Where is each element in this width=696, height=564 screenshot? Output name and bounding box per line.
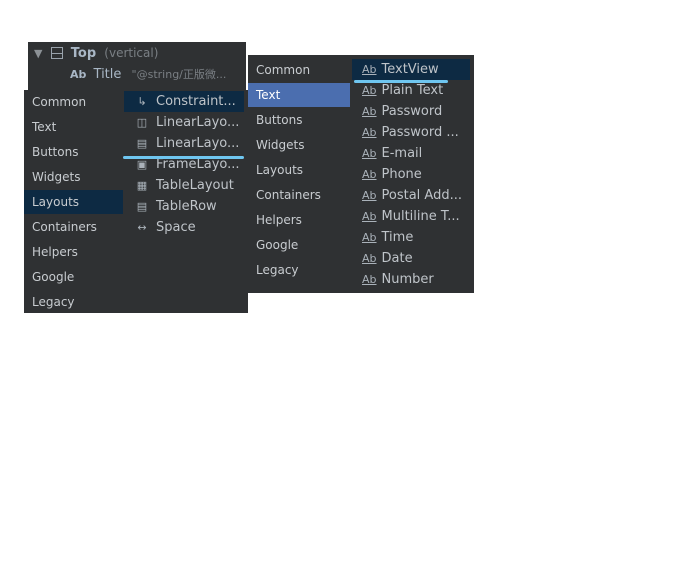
category-buttons[interactable]: Buttons [24,140,123,164]
linear-layout-horizontal-icon: ▤ [136,137,148,150]
tree-node-hint: (vertical) [104,46,159,60]
category-legacy[interactable]: Legacy [24,290,123,314]
category-layouts[interactable]: Layouts [24,190,123,214]
palette-text: Common Text Buttons Widgets Layouts Container… [248,55,474,293]
text-view-icon: Ab [362,189,377,202]
category-containers[interactable]: Containers [24,215,123,239]
palette-item-phone[interactable]: Ab Phone [352,164,470,185]
category-widgets[interactable]: Widgets [24,165,123,189]
palette-item-textview[interactable]: Ab TextView [352,59,470,80]
text-view-icon: Ab [362,231,377,244]
palette-item-password[interactable]: Ab Password ... [352,122,470,143]
palette-item-label: Postal Add... [381,188,462,203]
tree-node-top[interactable]: ▼ Top (vertical) [34,43,158,63]
palette-item-label: FrameLayo... [156,157,240,172]
palette-item-label: TableRow [156,199,217,214]
palette-layouts: Common Text Buttons Widgets Layouts Container… [24,90,248,313]
chevron-down-icon[interactable]: ▼ [34,47,42,60]
palette-item-label: Time [381,230,414,245]
palette-item-linearlayo[interactable]: ▤ LinearLayo... [124,133,244,154]
palette-item-label: Date [381,251,413,266]
linear-layout-icon [50,47,63,59]
tree-node-title-label: Title [93,67,122,82]
palette-item-tablelayout[interactable]: ▦ TableLayout [124,175,244,196]
category-text[interactable]: Text [24,115,123,139]
category-google[interactable]: Google [24,265,123,289]
palette-item-label: Plain Text [381,83,444,98]
palette-item-postal-add[interactable]: Ab Postal Add... [352,185,470,206]
palette-item-label: LinearLayo... [156,136,240,151]
space-icon: ↔ [137,221,147,234]
palette-item-tablerow[interactable]: ▤ TableRow [124,196,244,217]
palette-item-plain-text[interactable]: Ab Plain Text [352,80,470,101]
text-view-icon: Ab [70,68,87,81]
palette-item-password[interactable]: Ab Password [352,101,470,122]
text-view-icon: Ab [362,210,377,223]
table-layout-icon: ▦ [136,179,148,192]
component-tree: ▼ Top (vertical) Ab Title "@string/正版微..… [28,42,246,90]
text-view-icon: Ab [362,105,377,118]
text-view-icon: Ab [362,252,377,265]
linear-layout-vertical-icon: ◫ [136,116,148,129]
palette-item-label: Constraint... [156,94,236,109]
text-view-icon: Ab [362,126,377,139]
palette-item-label: Number [381,272,434,287]
text-view-icon: Ab [362,168,377,181]
palette-item-multiline-t[interactable]: Ab Multiline T... [352,206,470,227]
category-common[interactable]: Common [248,58,350,82]
text-view-icon: Ab [362,273,377,286]
palette-item-linearlayo[interactable]: ◫ LinearLayo... [124,112,244,133]
palette-item-time[interactable]: Ab Time [352,227,470,248]
palette-item-label: E-mail [381,146,423,161]
category-common[interactable]: Common [24,90,123,114]
palette-item-label: LinearLayo... [156,115,240,130]
constraint-layout-icon: ↳ [137,95,147,108]
palette-item-e-mail[interactable]: Ab E-mail [352,143,470,164]
text-view-icon: Ab [362,147,377,160]
drop-indicator [123,156,244,159]
palette-item-label: Password [381,104,443,119]
text-view-icon: Ab [362,63,377,76]
tree-node-title-value: "@string/正版微... [131,68,227,81]
palette-item-space[interactable]: ↔ Space [124,217,244,238]
palette-item-label: Space [156,220,196,235]
category-layouts[interactable]: Layouts [248,158,350,182]
category-text[interactable]: Text [248,83,350,107]
palette-item-constraint[interactable]: ↳ Constraint... [124,91,244,112]
category-buttons[interactable]: Buttons [248,108,350,132]
palette-item-label: Multiline T... [381,209,460,224]
table-row-icon: ▤ [136,200,148,213]
tree-node-title[interactable]: Ab Title "@string/正版微... [70,65,226,85]
palette-item-label: Phone [381,167,422,182]
category-legacy[interactable]: Legacy [248,258,350,282]
category-helpers[interactable]: Helpers [248,208,350,232]
tree-node-label: Top [70,46,97,61]
palette-item-number[interactable]: Ab Number [352,269,470,290]
category-google[interactable]: Google [248,233,350,257]
text-view-icon: Ab [362,84,377,97]
palette-item-date[interactable]: Ab Date [352,248,470,269]
category-containers[interactable]: Containers [248,183,350,207]
palette-item-label: TableLayout [156,178,234,193]
palette-item-label: Password ... [381,125,459,140]
palette-item-label: TextView [381,62,439,77]
category-helpers[interactable]: Helpers [24,240,123,264]
category-widgets[interactable]: Widgets [248,133,350,157]
drop-indicator [354,80,448,83]
